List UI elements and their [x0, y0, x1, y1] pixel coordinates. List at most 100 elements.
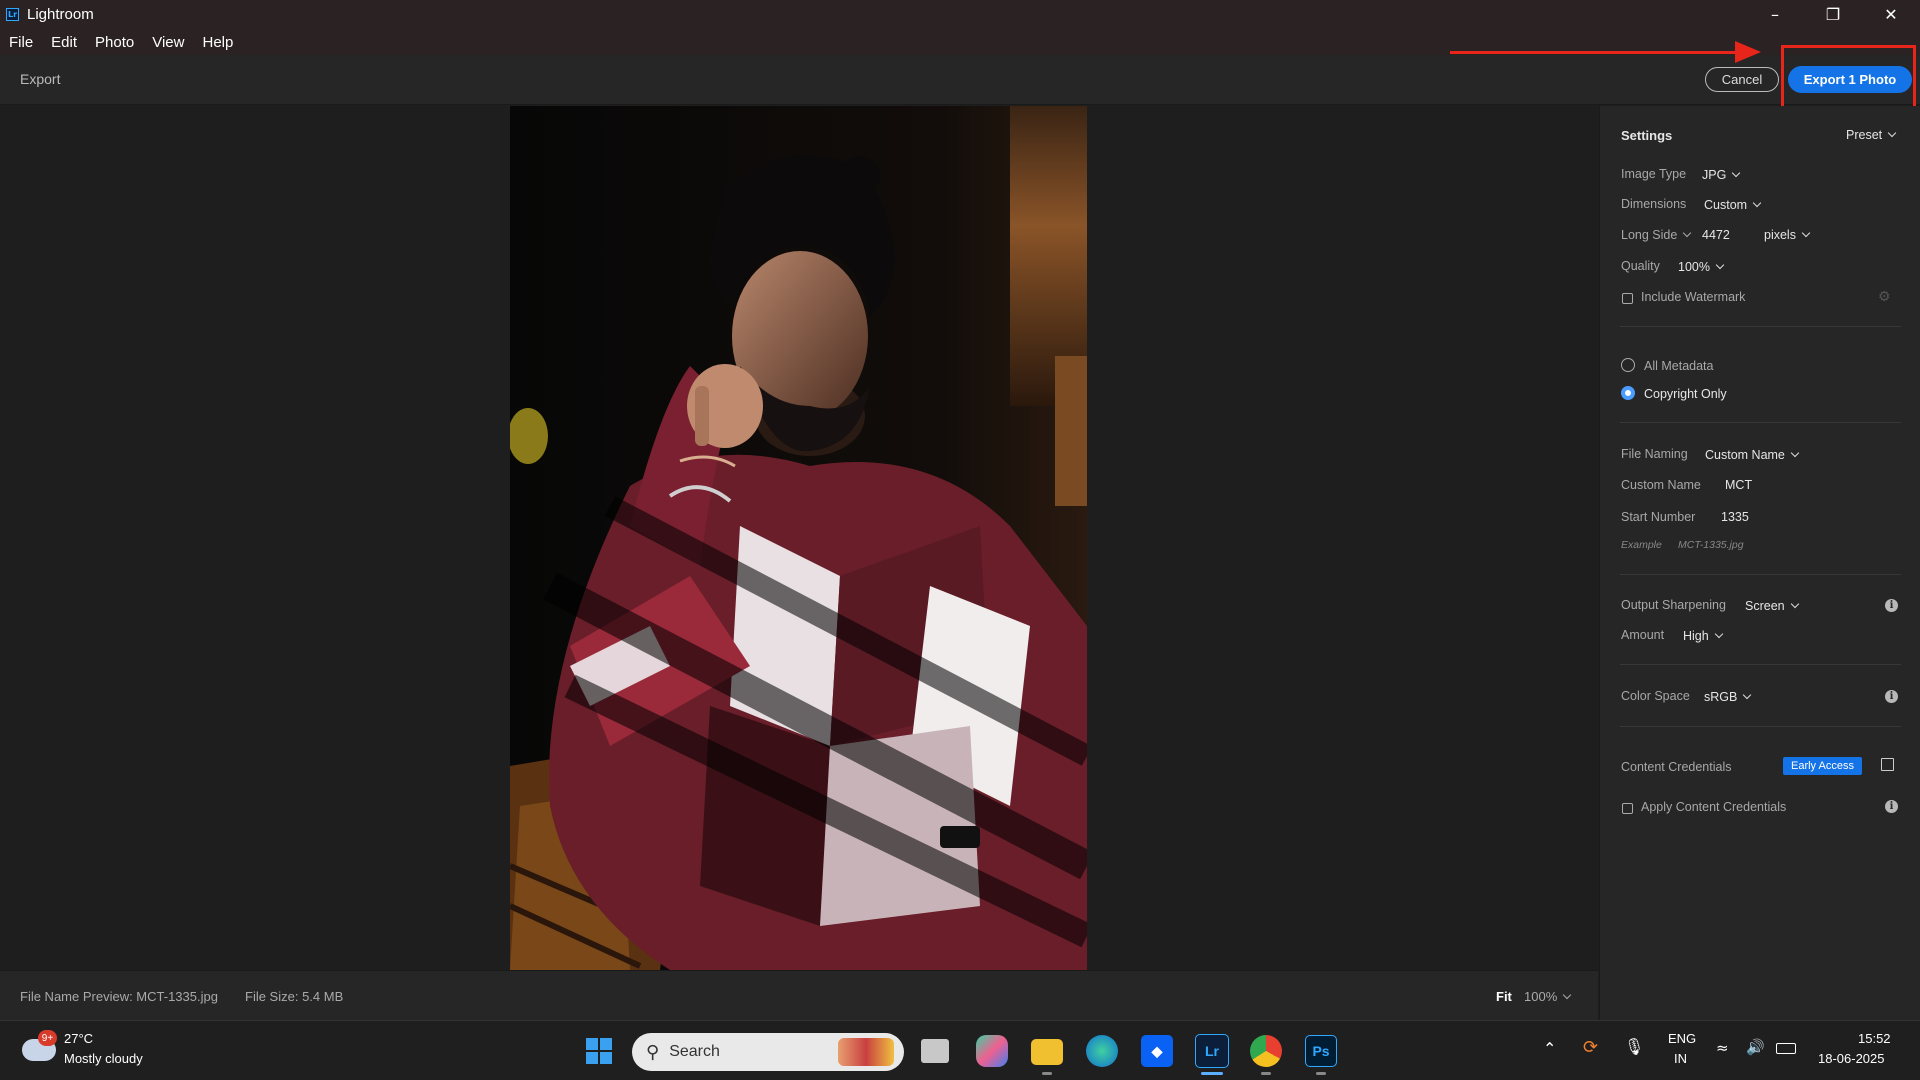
menu-view[interactable]: View: [152, 34, 184, 51]
file-explorer-icon[interactable]: [1031, 1039, 1063, 1065]
export-toolbar: Export: [0, 55, 1920, 105]
file-naming-dropdown[interactable]: Custom Name: [1705, 448, 1800, 462]
sharpening-dropdown[interactable]: Screen: [1745, 599, 1799, 613]
quality-dropdown[interactable]: 100%: [1678, 260, 1725, 274]
image-type-dropdown[interactable]: JPG: [1702, 168, 1741, 182]
color-space-value: sRGB: [1704, 690, 1738, 704]
dropbox-icon[interactable]: ◆: [1141, 1035, 1173, 1067]
chevron-down-icon: [1790, 599, 1799, 609]
chevron-down-icon: [1801, 228, 1811, 238]
external-link-icon[interactable]: [1881, 758, 1894, 771]
menu-edit[interactable]: Edit: [51, 34, 77, 51]
annotation-highlight-box: [1781, 45, 1916, 115]
early-access-badge: Early Access: [1783, 757, 1862, 775]
sync-icon[interactable]: ⟳: [1583, 1037, 1598, 1058]
clock-date[interactable]: 18-06-2025: [1818, 1051, 1885, 1066]
photoshop-icon[interactable]: Ps: [1305, 1035, 1337, 1067]
close-icon[interactable]: ✕: [1862, 0, 1920, 29]
fit-button[interactable]: Fit: [1496, 989, 1512, 1004]
unit-dropdown[interactable]: pixels: [1764, 228, 1811, 242]
amount-dropdown[interactable]: High: [1683, 629, 1723, 643]
copyright-only-radio[interactable]: [1621, 386, 1635, 400]
start-number-input[interactable]: 1335: [1721, 510, 1749, 524]
weather-desc: Mostly cloudy: [64, 1051, 143, 1066]
zoom-value: 100%: [1524, 989, 1558, 1004]
microphone-icon[interactable]: 🎙: [1624, 1037, 1644, 1056]
long-side-dropdown[interactable]: Long Side: [1621, 228, 1692, 242]
custom-name-label: Custom Name: [1621, 478, 1701, 492]
long-side-label: Long Side: [1621, 228, 1678, 242]
search-placeholder: Search: [669, 1043, 720, 1060]
watermark-label: Include Watermark: [1641, 290, 1746, 304]
copyright-only-label: Copyright Only: [1644, 387, 1727, 401]
quality-label: Quality: [1621, 259, 1660, 273]
dimensions-label: Dimensions: [1621, 197, 1687, 211]
battery-icon[interactable]: [1776, 1043, 1796, 1054]
apply-credentials-checkbox[interactable]: [1622, 803, 1633, 814]
unit-value: pixels: [1764, 228, 1796, 242]
language-top[interactable]: ENG: [1668, 1031, 1696, 1046]
app-active-indicator: [1201, 1072, 1223, 1075]
sharpening-info-icon[interactable]: i: [1885, 599, 1898, 612]
preset-dropdown[interactable]: Preset: [1846, 128, 1897, 142]
annotation-arrow-line: [1450, 51, 1745, 54]
all-metadata-radio[interactable]: [1621, 358, 1635, 372]
lightroom-icon[interactable]: Lr: [1195, 1034, 1229, 1068]
app-running-indicator: [1042, 1072, 1052, 1075]
output-sharpening-label: Output Sharpening: [1621, 598, 1726, 612]
taskbar-search-input[interactable]: ⚲ Search: [632, 1033, 904, 1071]
cancel-button[interactable]: Cancel: [1705, 67, 1779, 92]
weather-badge: 9+: [38, 1030, 57, 1046]
chevron-down-icon: [1887, 128, 1897, 138]
gear-icon[interactable]: ⚙: [1878, 288, 1891, 305]
lightroom-logo-icon: Lr: [6, 8, 19, 21]
example-label: Example: [1621, 539, 1662, 551]
window-controls: – ❐ ✕: [1746, 0, 1920, 29]
wifi-icon[interactable]: ≈: [1716, 1039, 1729, 1057]
app-title: Lightroom: [27, 6, 94, 23]
status-bar: File Name Preview: MCT-1335.jpg File Siz…: [0, 970, 1598, 1020]
amount-label: Amount: [1621, 628, 1665, 642]
search-highlight-icon: [838, 1038, 894, 1066]
start-icon[interactable]: [583, 1035, 615, 1067]
image-type-value: JPG: [1702, 168, 1727, 182]
divider: [1620, 574, 1901, 575]
watermark-checkbox[interactable]: [1622, 293, 1633, 304]
chrome-icon[interactable]: [1250, 1035, 1282, 1067]
custom-name-input[interactable]: MCT: [1725, 478, 1752, 492]
photo-canvas: [0, 106, 1598, 970]
page-title: Export: [20, 71, 61, 87]
edge-icon[interactable]: [1086, 1035, 1118, 1067]
long-side-input[interactable]: 4472: [1702, 228, 1730, 242]
settings-panel: Settings Preset Image Type JPG Dimension…: [1599, 106, 1920, 1020]
chevron-down-icon: [1732, 168, 1741, 178]
photo-preview[interactable]: [510, 106, 1087, 970]
menu-help[interactable]: Help: [202, 34, 233, 51]
volume-icon[interactable]: 🔊: [1746, 1038, 1765, 1056]
language-bottom[interactable]: IN: [1674, 1051, 1687, 1066]
color-space-dropdown[interactable]: sRGB: [1704, 690, 1752, 704]
credentials-info-icon[interactable]: i: [1885, 800, 1898, 813]
dimensions-dropdown[interactable]: Custom: [1704, 198, 1762, 212]
weather-temp: 27°C: [64, 1031, 94, 1046]
settings-header: Settings: [1621, 128, 1673, 143]
task-view-icon[interactable]: [921, 1039, 949, 1063]
clock-time[interactable]: 15:52: [1858, 1031, 1891, 1046]
preset-label: Preset: [1846, 128, 1883, 142]
menu-file[interactable]: File: [9, 34, 33, 51]
minimize-icon[interactable]: –: [1746, 0, 1804, 29]
divider: [1620, 326, 1901, 327]
menu-photo[interactable]: Photo: [95, 34, 134, 51]
chevron-down-icon: [1743, 690, 1752, 700]
restore-icon[interactable]: ❐: [1804, 0, 1862, 29]
divider: [1620, 726, 1901, 727]
chevron-down-icon: [1752, 198, 1762, 208]
zoom-select[interactable]: 100%: [1524, 989, 1572, 1004]
search-icon: ⚲: [646, 1041, 660, 1063]
divider: [1620, 664, 1901, 665]
portrait-photo-illustration: [510, 106, 1087, 970]
chevron-up-icon[interactable]: ⌃: [1543, 1039, 1556, 1058]
copilot-icon[interactable]: [976, 1035, 1008, 1067]
color-space-info-icon[interactable]: i: [1885, 690, 1898, 703]
taskbar: 9+ 27°C Mostly cloudy ⚲ Search ◆ Lr Ps ⌃…: [0, 1020, 1920, 1080]
